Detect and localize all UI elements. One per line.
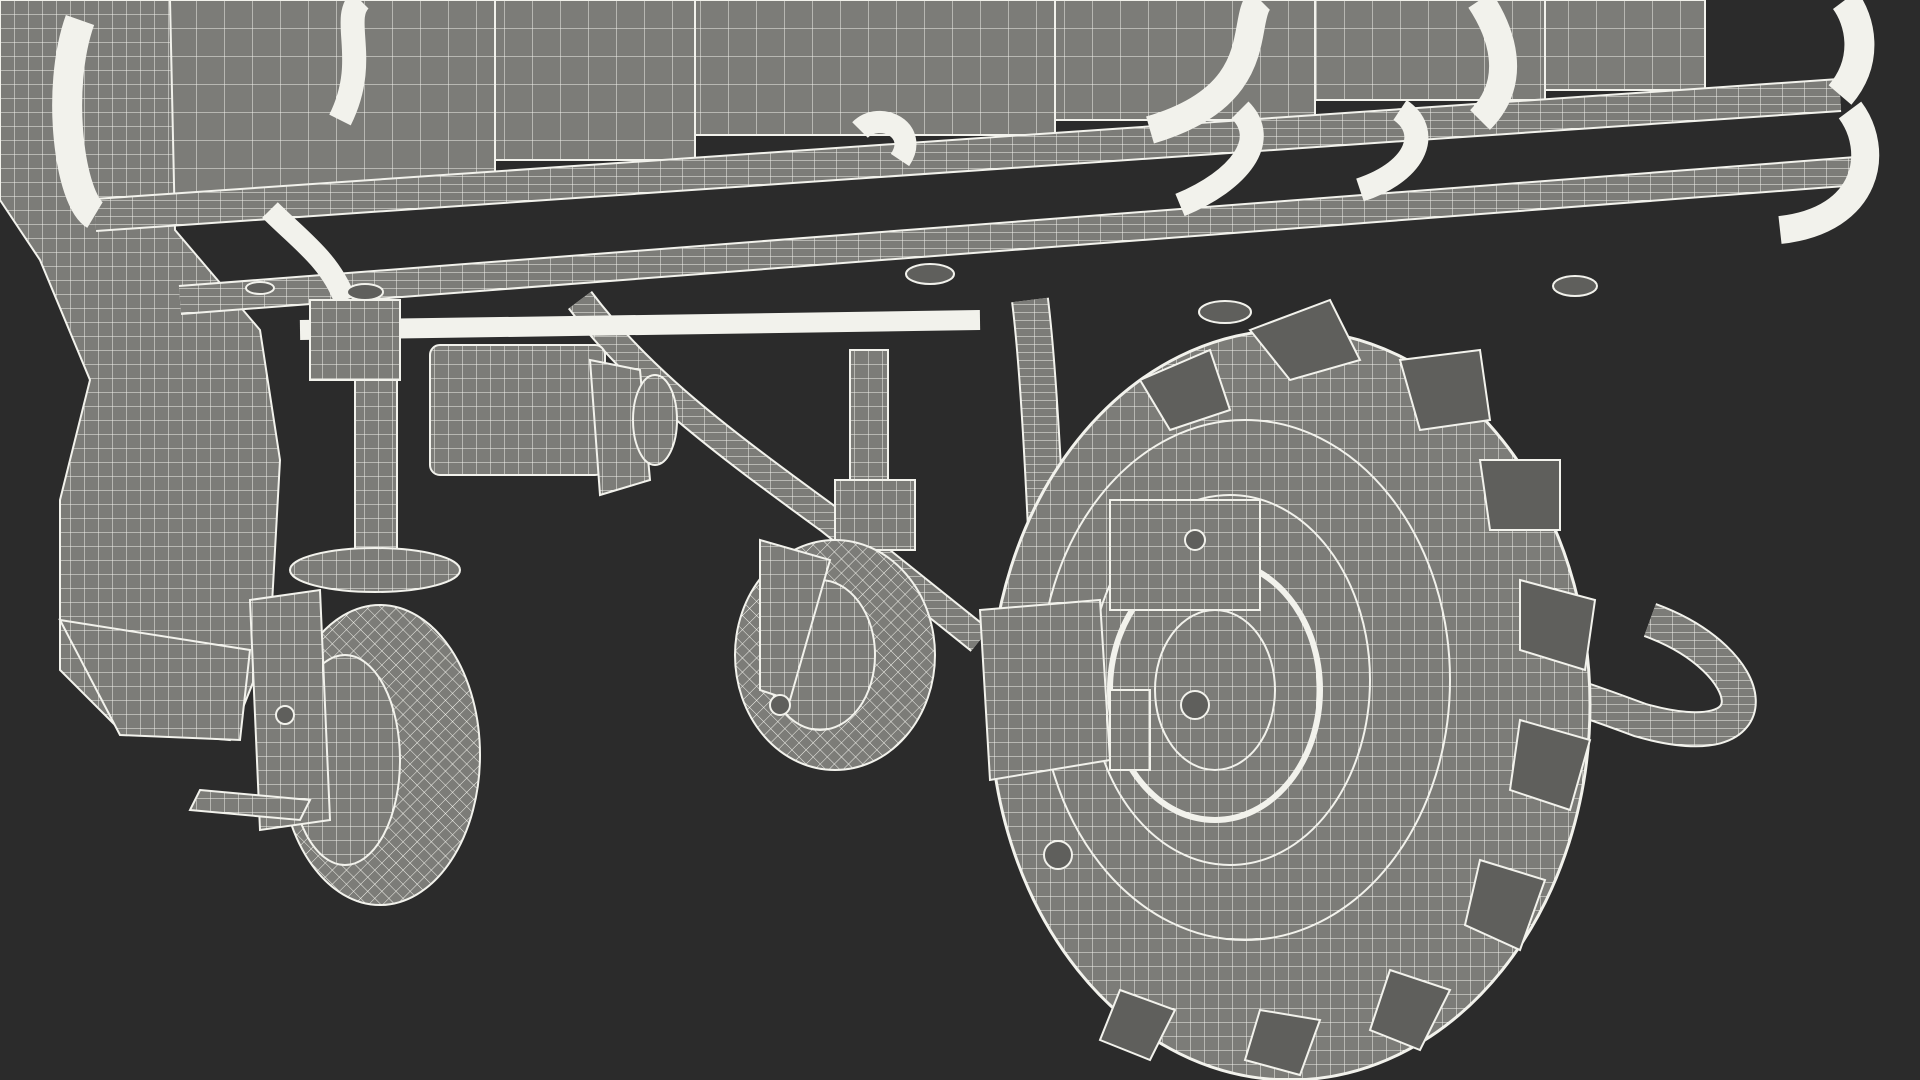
render-viewport — [0, 0, 1920, 1080]
wireframe-render — [0, 0, 1880, 1080]
caster-wheel-middle — [734, 349, 936, 771]
